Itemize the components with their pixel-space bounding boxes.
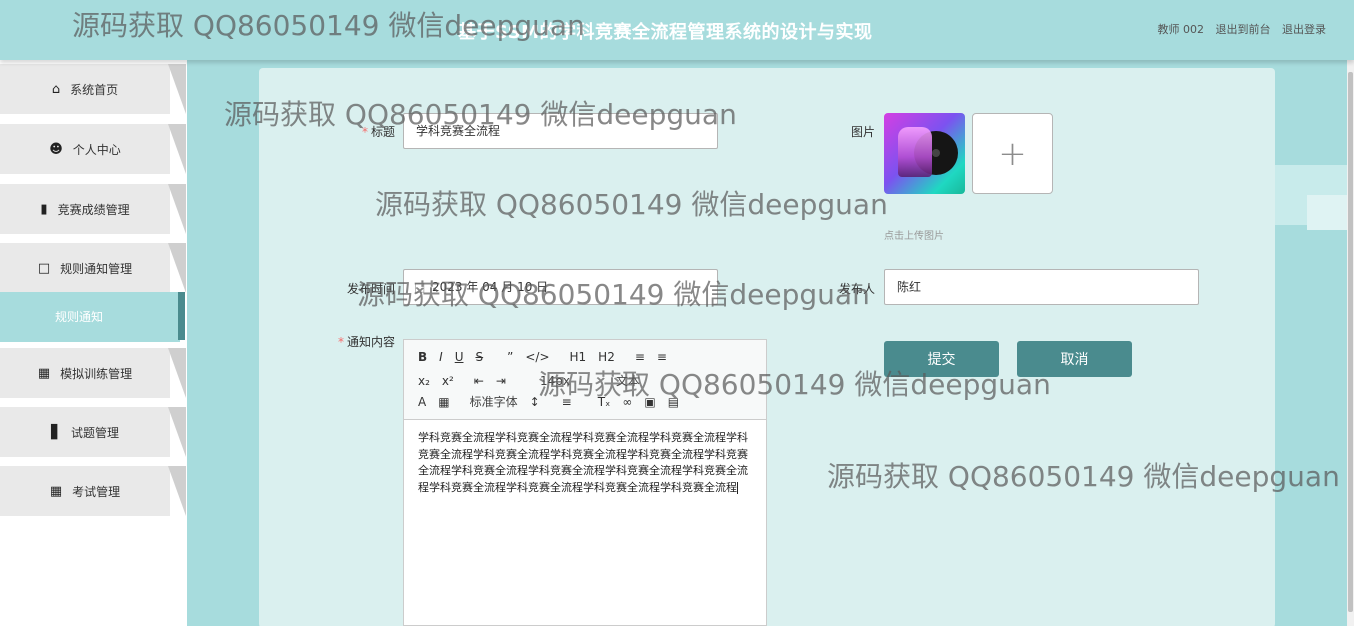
back-to-front-link[interactable]: 退出到前台 (1216, 23, 1271, 36)
sidebar-item-label: 系统首页 (70, 82, 119, 97)
editor-toolbar: B I U S ” </> H1 H2 ≡ ≡ x₂ x² ⇤ ⇥ 14px 文… (404, 340, 766, 420)
bullet-list-icon[interactable]: ≡ (657, 350, 667, 364)
title-input[interactable]: 学科竞赛全流程 (403, 113, 718, 149)
sidebar-subitem-rules-notice[interactable]: 规则通知 (0, 292, 186, 342)
superscript-icon[interactable]: x² (442, 374, 454, 388)
scrollbar-thumb[interactable] (1348, 72, 1353, 612)
clear-format-icon[interactable]: Tₓ (598, 395, 611, 409)
system-title: 基于SSM的学科竞赛全流程管理系统的设计与实现 (458, 22, 873, 43)
video-icon[interactable]: ▤ (668, 395, 679, 409)
rich-text-editor[interactable]: B I U S ” </> H1 H2 ≡ ≡ x₂ x² ⇤ ⇥ 14px 文… (403, 339, 767, 626)
sidebar-item-rules[interactable]: □ 规则通知管理 (0, 243, 186, 293)
publish-time-label: 发布时间 (346, 282, 395, 296)
sidebar-item-training[interactable]: ▦ 模拟训练管理 (0, 348, 186, 398)
outdent-icon[interactable]: ⇤ (474, 374, 484, 388)
text-type-select[interactable]: 文本 (616, 372, 640, 389)
submit-button[interactable]: 提交 (884, 341, 999, 377)
strikethrough-icon[interactable]: S (476, 350, 484, 364)
font-family-select[interactable]: 标准字体 (470, 393, 518, 410)
align-icon[interactable]: ≡ (562, 395, 572, 409)
quote-icon[interactable]: ” (507, 350, 513, 364)
upload-hint: 点击上传图片 (884, 231, 944, 242)
sidebar-item-scores[interactable]: ▮ 竞赛成绩管理 (0, 184, 186, 234)
bar-chart-icon: ▋ (50, 424, 61, 440)
user-icon: ☻ (49, 141, 63, 157)
font-size-select[interactable]: 14px (540, 374, 570, 388)
grid-icon: ▦ (37, 365, 51, 381)
user-area: 教师 002 退出到前台 退出登录 (1150, 21, 1327, 37)
current-user: 教师 002 (1157, 23, 1205, 36)
top-header: 基于SSM的学科竞赛全流程管理系统的设计与实现 教师 002 退出到前台 退出登… (0, 0, 1354, 60)
publish-time-input[interactable]: □ 2023 年 04 月 10 日 (403, 269, 718, 305)
h1-icon[interactable]: H1 (570, 350, 587, 364)
home-icon: ⌂ (51, 81, 61, 97)
sidebar-item-label: 规则通知管理 (60, 261, 133, 276)
grid-icon: ▦ (49, 483, 63, 499)
sidebar-item-label: 规则通知 (54, 309, 103, 324)
chart-icon: □ (37, 260, 51, 276)
sidebar-item-exams[interactable]: ▦ 考试管理 (0, 466, 186, 516)
subscript-icon[interactable]: x₂ (418, 374, 430, 388)
h2-icon[interactable]: H2 (598, 350, 615, 364)
sidebar-item-label: 竞赛成绩管理 (57, 202, 130, 217)
sidebar-item-home[interactable]: ⌂ 系统首页 (0, 64, 186, 114)
logout-link[interactable]: 退出登录 (1282, 23, 1326, 36)
upload-plus-button[interactable]: + (972, 113, 1053, 194)
indent-icon[interactable]: ⇥ (496, 374, 506, 388)
link-icon[interactable]: ∞ (622, 395, 632, 409)
sidebar-item-label: 试题管理 (70, 425, 119, 440)
plus-icon: + (998, 133, 1027, 174)
font-color-icon[interactable]: A (418, 395, 426, 409)
publisher-label: 发布人 (838, 282, 875, 296)
clipboard-icon: ▮ (40, 201, 48, 217)
underline-icon[interactable]: U (455, 350, 464, 364)
cancel-button[interactable]: 取消 (1017, 341, 1132, 377)
code-icon[interactable]: </> (525, 350, 549, 364)
image-label: 图片 (850, 125, 875, 139)
background-color-icon[interactable]: ▦ (438, 395, 449, 409)
italic-icon[interactable]: I (439, 350, 443, 364)
bold-icon[interactable]: B (418, 350, 427, 364)
image-icon[interactable]: ▣ (644, 395, 655, 409)
title-label: * 标题 (361, 125, 395, 139)
sidebar-item-label: 个人中心 (72, 142, 121, 157)
publisher-input[interactable]: 陈红 (884, 269, 1199, 305)
sidebar: ⌂ 系统首页 ☻ 个人中心 ▮ 竞赛成绩管理 □ 规则通知管理 规则通知 ▦ 模拟训练管理… (0, 60, 187, 626)
editor-content[interactable]: 学科竞赛全流程学科竞赛全流程学科竞赛全流程学科竞赛全流程学科竞赛全流程学科竞赛全… (418, 430, 752, 497)
sidebar-item-questions[interactable]: ▋ 试题管理 (0, 407, 186, 457)
page-scrollbar[interactable] (1347, 60, 1354, 626)
content-label: * 通知内容 (337, 335, 395, 349)
calendar-icon: □ (414, 280, 426, 294)
sidebar-item-label: 考试管理 (72, 484, 121, 499)
sidebar-item-profile[interactable]: ☻ 个人中心 (0, 124, 186, 174)
ordered-list-icon[interactable]: ≡ (635, 350, 645, 364)
chevron-updown-icon: ↕ (529, 394, 540, 409)
uploaded-image-thumbnail[interactable] (884, 113, 965, 194)
sidebar-item-label: 模拟训练管理 (60, 366, 133, 381)
